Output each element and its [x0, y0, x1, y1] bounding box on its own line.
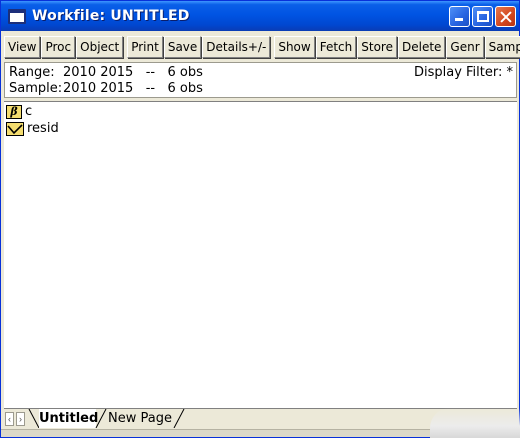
sample-label: Sample: [9, 81, 63, 96]
delete-button[interactable]: Delete [397, 36, 446, 58]
workfile-window: Workfile: UNTITLED View Proc Object Prin… [0, 0, 520, 438]
minimize-icon [455, 18, 463, 21]
sample-value: 2010 2015 -- 6 obs [63, 81, 203, 96]
range-value: 2010 2015 -- 6 obs [63, 65, 203, 80]
sample-row[interactable]: Sample: 2010 2015 -- 6 obs [9, 81, 203, 97]
maximize-button[interactable] [472, 6, 493, 27]
resize-grip[interactable] [430, 408, 520, 438]
minimize-button[interactable] [449, 6, 470, 27]
list-item[interactable]: resid [6, 121, 59, 136]
close-button[interactable] [495, 6, 516, 27]
window-title: Workfile: UNTITLED [32, 8, 190, 24]
tab-new-page[interactable]: New Page [108, 409, 174, 428]
save-button[interactable]: Save [163, 36, 202, 58]
display-filter[interactable]: Display Filter: * [414, 65, 513, 80]
proc-button[interactable]: Proc [41, 36, 76, 58]
store-button[interactable]: Store [357, 36, 397, 58]
view-button[interactable]: View [4, 36, 41, 58]
genr-button[interactable]: Genr [446, 36, 484, 58]
tab-scroll-left-icon[interactable]: ‹ [5, 412, 14, 426]
tab-divider [173, 409, 185, 428]
print-button[interactable]: Print [127, 36, 163, 58]
workfile-toolbar: View Proc Object Print Save Details+/- S… [4, 36, 520, 58]
range-row[interactable]: Range: 2010 2015 -- 6 obs [9, 65, 203, 81]
list-item[interactable]: β c [6, 104, 32, 119]
series-line-icon [6, 121, 24, 136]
range-label: Range: [9, 65, 55, 80]
object-name: resid [27, 121, 59, 136]
coefficient-beta-icon: β [6, 104, 22, 119]
sample-button[interactable]: Sample [484, 36, 520, 58]
object-name: c [25, 104, 33, 119]
workfile-object-list: β c resid [4, 101, 517, 408]
maximize-icon [477, 11, 489, 22]
tab-divider [95, 409, 107, 428]
window-controls [449, 6, 516, 27]
workfile-info-panel: Range: 2010 2015 -- 6 obs Sample: 2010 2… [4, 62, 517, 98]
title-bar[interactable]: Workfile: UNTITLED [1, 1, 519, 31]
show-button[interactable]: Show [274, 36, 315, 58]
details-toggle-button[interactable]: Details+/- [202, 36, 271, 58]
tab-scroll-right-icon[interactable]: › [16, 412, 25, 426]
fetch-button[interactable]: Fetch [315, 36, 357, 58]
object-button[interactable]: Object [76, 36, 124, 58]
workfile-window-icon [8, 8, 26, 24]
tab-untitled[interactable]: Untitled [39, 409, 98, 428]
